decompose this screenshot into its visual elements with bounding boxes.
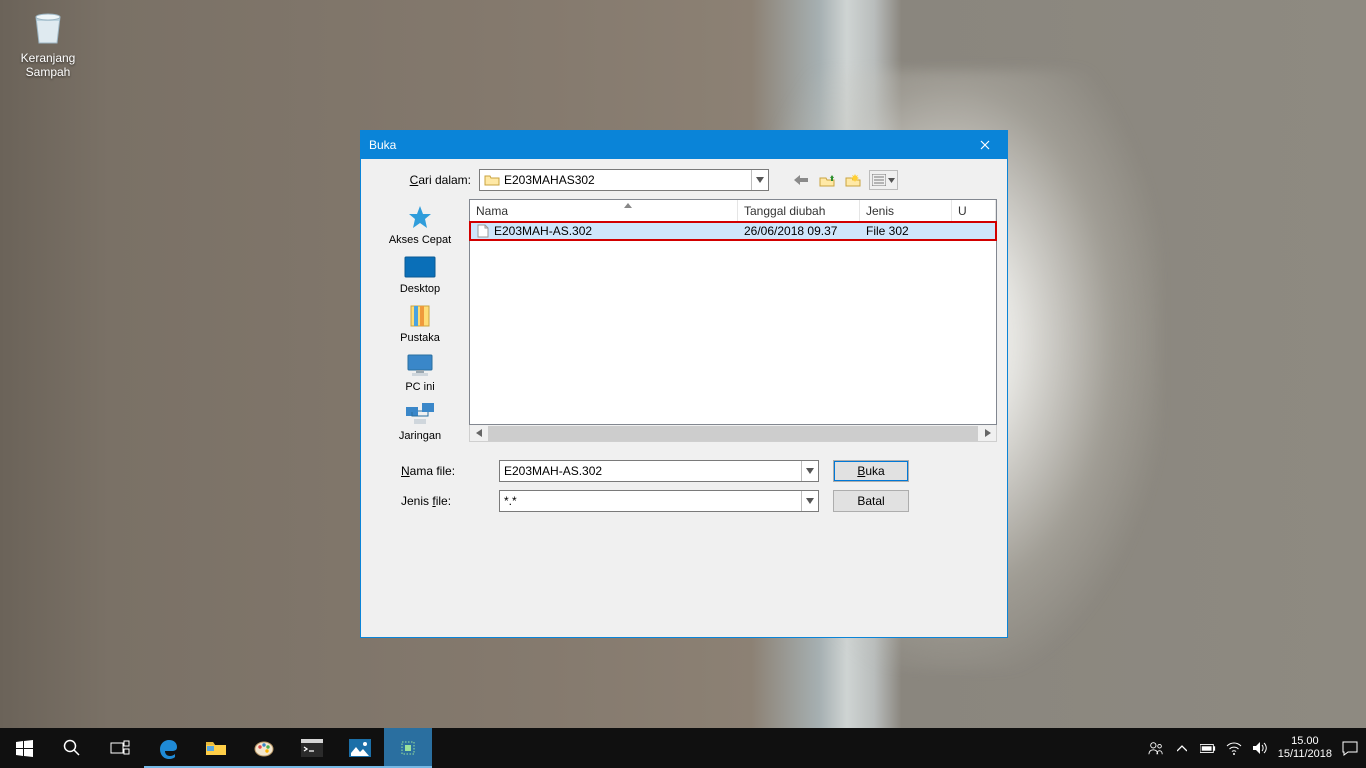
taskbar[interactable]: 15.00 15/11/2018	[0, 728, 1366, 768]
recycle-bin-label: Keranjang Sampah	[10, 51, 86, 79]
col-name[interactable]: Nama	[470, 200, 738, 221]
place-this-pc[interactable]: PC ini	[375, 350, 465, 393]
sort-indicator	[618, 200, 638, 211]
paint-icon	[253, 737, 275, 759]
dialog-title: Buka	[369, 138, 962, 152]
file-row[interactable]: E203MAH-AS.302 26/06/2018 09.37 File 302	[470, 222, 996, 240]
place-network[interactable]: Jaringan	[375, 399, 465, 442]
recycle-bin[interactable]: Keranjang Sampah	[10, 5, 86, 79]
file-icon	[476, 224, 490, 238]
bottom-panel: Nama file: E203MAH-AS.302 Buka Jenis fil…	[361, 448, 1007, 526]
taskbar-app-active[interactable]	[384, 728, 432, 768]
clock[interactable]: 15.00 15/11/2018	[1278, 735, 1332, 761]
place-quick-access[interactable]: Akses Cepat	[375, 203, 465, 246]
taskbar-cmd[interactable]	[288, 728, 336, 768]
network-icon	[403, 399, 437, 429]
search-icon	[63, 739, 81, 757]
views-icon	[872, 174, 886, 186]
titlebar[interactable]: Buka	[361, 131, 1007, 159]
photos-icon	[349, 739, 371, 757]
tray-chevron-up-icon[interactable]	[1174, 740, 1190, 756]
date: 15/11/2018	[1278, 748, 1332, 761]
toolbar	[791, 170, 898, 190]
cell-date: 26/06/2018 09.37	[738, 224, 860, 238]
edge-icon	[157, 737, 179, 759]
tray: 15.00 15/11/2018	[1148, 735, 1366, 761]
folder-icon	[205, 739, 227, 757]
desktop: Keranjang Sampah Buka Cari dalam: E203MA…	[0, 0, 1366, 768]
hscrollbar[interactable]	[469, 425, 997, 442]
filetype-input[interactable]: *.*	[499, 490, 819, 512]
time: 15.00	[1278, 735, 1332, 748]
open-dialog: Buka Cari dalam: E203MAHAS302	[360, 130, 1008, 638]
filename-label: Nama file:	[371, 464, 499, 478]
taskbar-paint[interactable]	[240, 728, 288, 768]
libraries-icon	[403, 301, 437, 331]
people-icon[interactable]	[1148, 740, 1164, 756]
place-libraries[interactable]: Pustaka	[375, 301, 465, 344]
desktop-icon	[403, 252, 437, 282]
col-type[interactable]: Jenis	[860, 200, 952, 221]
scroll-left-button[interactable]	[470, 426, 487, 441]
folder-icon	[484, 172, 500, 188]
chevron-down-icon[interactable]	[801, 461, 818, 481]
open-button[interactable]: Buka	[833, 460, 909, 482]
wifi-icon[interactable]	[1226, 740, 1242, 756]
taskbar-photos[interactable]	[336, 728, 384, 768]
lookin-row: Cari dalam: E203MAHAS302	[361, 159, 1007, 195]
filetype-label: Jenis file:	[371, 494, 499, 508]
new-folder-button[interactable]	[843, 170, 863, 190]
lookin-label: Cari dalam:	[361, 173, 479, 187]
start-button[interactable]	[0, 728, 48, 768]
taskview-icon	[110, 740, 130, 756]
chevron-down-icon[interactable]	[801, 491, 818, 511]
chevron-down-icon	[888, 178, 895, 183]
close-icon	[980, 140, 990, 150]
file-list[interactable]: Nama Tanggal diubah Jenis U E203MAH-AS.3…	[469, 199, 997, 425]
action-center-icon[interactable]	[1342, 740, 1358, 756]
quick-access-icon	[403, 203, 437, 233]
col-size[interactable]: U	[952, 200, 996, 221]
cancel-button[interactable]: Batal	[833, 490, 909, 512]
close-button[interactable]	[962, 131, 1007, 159]
cell-type: File 302	[860, 224, 952, 238]
list-header[interactable]: Nama Tanggal diubah Jenis U	[470, 200, 996, 222]
lookin-value: E203MAHAS302	[504, 173, 751, 187]
chevron-down-icon[interactable]	[751, 170, 768, 190]
cpu-icon	[397, 737, 419, 759]
battery-icon[interactable]	[1200, 740, 1216, 756]
back-button[interactable]	[791, 170, 811, 190]
scroll-right-button[interactable]	[979, 426, 996, 441]
lookin-combo[interactable]: E203MAHAS302	[479, 169, 769, 191]
places-bar: Akses Cepat Desktop Pustaka PC ini Jarin…	[371, 199, 469, 442]
filename-input[interactable]: E203MAH-AS.302	[499, 460, 819, 482]
taskbar-explorer[interactable]	[192, 728, 240, 768]
search-button[interactable]	[48, 728, 96, 768]
cell-name: E203MAH-AS.302	[470, 224, 738, 239]
cmd-icon	[301, 739, 323, 757]
windows-icon	[16, 740, 33, 757]
taskview-button[interactable]	[96, 728, 144, 768]
scroll-thumb[interactable]	[488, 426, 978, 441]
col-date[interactable]: Tanggal diubah	[738, 200, 860, 221]
place-desktop[interactable]: Desktop	[375, 252, 465, 295]
recycle-bin-icon	[26, 5, 70, 49]
up-button[interactable]	[817, 170, 837, 190]
views-button[interactable]	[869, 170, 898, 190]
volume-icon[interactable]	[1252, 740, 1268, 756]
taskbar-edge[interactable]	[144, 728, 192, 768]
thispc-icon	[403, 350, 437, 380]
